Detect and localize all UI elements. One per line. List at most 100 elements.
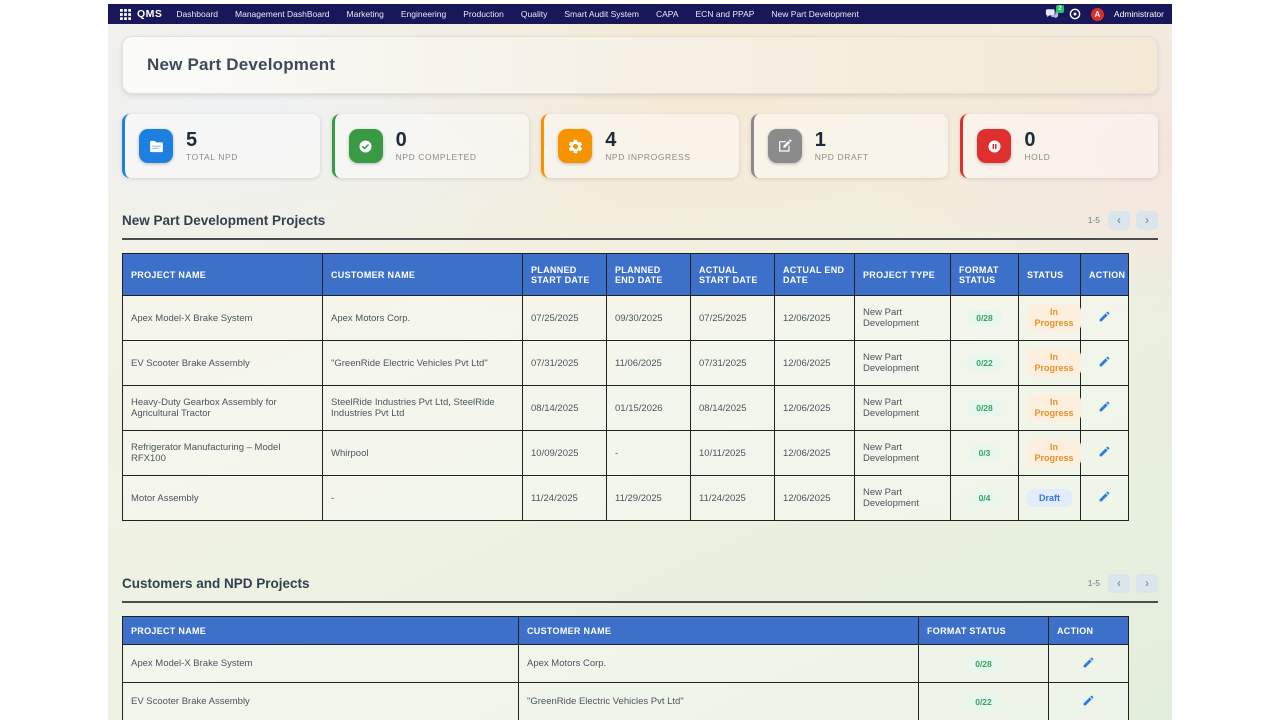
actual-end-cell: 12/06/2025 bbox=[775, 431, 855, 476]
table-row: Motor Assembly-11/24/202511/29/202511/24… bbox=[123, 476, 1129, 521]
format-status-badge: 0/28 bbox=[967, 310, 1002, 326]
format-status-badge: 0/28 bbox=[966, 656, 1001, 672]
customer-name-cell: "GreenRide Electric Vehicles Pvt Ltd" bbox=[519, 683, 919, 720]
projects-pagination: 1-5 ‹ › bbox=[1088, 211, 1158, 230]
next-page-button[interactable]: › bbox=[1136, 211, 1158, 230]
npd-projects-table: PROJECT NAMECUSTOMER NAMEPLANNED START D… bbox=[122, 253, 1129, 521]
stat-value: 1 bbox=[815, 130, 869, 150]
edit-icon[interactable] bbox=[1098, 310, 1111, 323]
actual-end-cell: 12/06/2025 bbox=[775, 476, 855, 521]
project-name-cell: Apex Model-X Brake System bbox=[123, 296, 323, 341]
planned-end-cell: - bbox=[607, 431, 691, 476]
status-cell: In Progress bbox=[1019, 386, 1081, 431]
pagination-range: 1-5 bbox=[1088, 578, 1100, 588]
edit-icon[interactable] bbox=[1098, 445, 1111, 458]
settings-gear-icon[interactable] bbox=[1069, 8, 1081, 20]
stat-label: TOTAL NPD bbox=[186, 152, 238, 162]
edit-icon[interactable] bbox=[1082, 656, 1095, 669]
chat-icon[interactable]: 2 bbox=[1045, 9, 1059, 20]
project-name-cell: Heavy-Duty Gearbox Assembly for Agricult… bbox=[123, 386, 323, 431]
edit-icon[interactable] bbox=[1098, 400, 1111, 413]
table-header-row: PROJECT NAMECUSTOMER NAMEPLANNED START D… bbox=[123, 254, 1129, 296]
edit-icon[interactable] bbox=[1082, 694, 1095, 707]
actual-start-cell: 07/25/2025 bbox=[691, 296, 775, 341]
planned-start-cell: 07/25/2025 bbox=[523, 296, 607, 341]
user-avatar[interactable]: A bbox=[1091, 8, 1104, 21]
nav-item-marketing[interactable]: Marketing bbox=[347, 9, 384, 19]
planned-start-cell: 11/24/2025 bbox=[523, 476, 607, 521]
actual-end-cell: 12/06/2025 bbox=[775, 386, 855, 431]
planned-end-cell: 11/06/2025 bbox=[607, 341, 691, 386]
project-type-cell: New Part Development bbox=[855, 386, 951, 431]
format-status-cell: 0/28 bbox=[951, 386, 1019, 431]
planned-start-cell: 07/31/2025 bbox=[523, 341, 607, 386]
check-circle-icon bbox=[349, 129, 383, 163]
user-name[interactable]: Administrator bbox=[1114, 9, 1164, 19]
stat-card-npd-completed[interactable]: 0NPD COMPLETED bbox=[332, 114, 530, 178]
pause-circle-icon bbox=[977, 129, 1011, 163]
project-type-cell: New Part Development bbox=[855, 341, 951, 386]
page-body: New Part Development 5 TOTAL NPD 0NPD COMP… bbox=[108, 24, 1172, 720]
stat-value: 4 bbox=[605, 130, 690, 150]
status-cell: In Progress bbox=[1019, 341, 1081, 386]
customer-name-cell: Apex Motors Corp. bbox=[323, 296, 523, 341]
project-type-cell: New Part Development bbox=[855, 431, 951, 476]
nav-item-quality[interactable]: Quality bbox=[521, 9, 547, 19]
project-name-cell: Motor Assembly bbox=[123, 476, 323, 521]
table-row: EV Scooter Brake Assembly"GreenRide Elec… bbox=[123, 683, 1129, 720]
stat-card-total-npd[interactable]: 5 TOTAL NPD bbox=[122, 114, 320, 178]
gear-icon bbox=[558, 129, 592, 163]
column-header: ACTUAL START DATE bbox=[691, 254, 775, 296]
stats-row: 5TOTAL NPD0NPD COMPLETED4NPD INPROGRESS1… bbox=[122, 114, 1158, 178]
planned-start-cell: 08/14/2025 bbox=[523, 386, 607, 431]
nav-menu: Dashboard Management DashBoard Marketing En… bbox=[176, 9, 1045, 19]
section-divider bbox=[122, 238, 1158, 240]
nav-item-management-dashboard[interactable]: Management DashBoard bbox=[235, 9, 330, 19]
stat-label: HOLD bbox=[1024, 152, 1050, 162]
apps-grid-icon[interactable] bbox=[120, 9, 131, 20]
actual-start-cell: 11/24/2025 bbox=[691, 476, 775, 521]
nav-item-production[interactable]: Production bbox=[463, 9, 504, 19]
format-status-badge: 0/3 bbox=[970, 445, 1000, 461]
stat-card-npd-draft[interactable]: 1 NPD DRAFT bbox=[751, 114, 949, 178]
brand-logo[interactable]: QMS bbox=[137, 8, 162, 20]
project-name-cell: EV Scooter Brake Assembly bbox=[123, 683, 519, 720]
section-divider bbox=[122, 601, 1158, 603]
stat-card-npd-inprogress[interactable]: 4NPD INPROGRESS bbox=[541, 114, 739, 178]
customers-pagination: 1-5 ‹ › bbox=[1088, 574, 1158, 593]
column-header: CUSTOMER NAME bbox=[323, 254, 523, 296]
stat-card-hold[interactable]: 0HOLD bbox=[960, 114, 1158, 178]
prev-page-button[interactable]: ‹ bbox=[1108, 211, 1130, 230]
nav-item-smart-audit-system[interactable]: Smart Audit System bbox=[564, 9, 639, 19]
column-header: ACTION bbox=[1081, 254, 1129, 296]
column-header: STATUS bbox=[1019, 254, 1081, 296]
page-title: New Part Development bbox=[147, 55, 335, 75]
project-type-cell: New Part Development bbox=[855, 476, 951, 521]
section-title-projects: New Part Development Projects bbox=[122, 213, 325, 228]
status-cell: In Progress bbox=[1019, 431, 1081, 476]
nav-item-ecn-and-ppap[interactable]: ECN and PPAP bbox=[696, 9, 755, 19]
customer-name-cell: - bbox=[323, 476, 523, 521]
column-header: FORMAT STATUS bbox=[951, 254, 1019, 296]
nav-item-capa[interactable]: CAPA bbox=[656, 9, 679, 19]
nav-item-new-part-development[interactable]: New Part Development bbox=[771, 9, 858, 19]
edit-icon[interactable] bbox=[1098, 355, 1111, 368]
next-page-button[interactable]: › bbox=[1136, 574, 1158, 593]
table-row: EV Scooter Brake Assembly"GreenRide Elec… bbox=[123, 341, 1129, 386]
project-name-cell: EV Scooter Brake Assembly bbox=[123, 341, 323, 386]
format-status-badge: 0/4 bbox=[970, 490, 1000, 506]
customer-name-cell: Whirpool bbox=[323, 431, 523, 476]
nav-item-engineering[interactable]: Engineering bbox=[401, 9, 446, 19]
prev-page-button[interactable]: ‹ bbox=[1108, 574, 1130, 593]
table-header-row: PROJECT NAMECUSTOMER NAMEFORMAT STATUSAC… bbox=[123, 617, 1129, 645]
stat-label: NPD DRAFT bbox=[815, 152, 869, 162]
table-row: Heavy-Duty Gearbox Assembly for Agricult… bbox=[123, 386, 1129, 431]
stat-value: 5 bbox=[186, 130, 238, 150]
project-type-cell: New Part Development bbox=[855, 296, 951, 341]
format-status-cell: 0/4 bbox=[951, 476, 1019, 521]
format-status-cell: 0/3 bbox=[951, 431, 1019, 476]
planned-end-cell: 11/29/2025 bbox=[607, 476, 691, 521]
nav-item-dashboard[interactable]: Dashboard bbox=[176, 9, 218, 19]
column-header: PROJECT NAME bbox=[123, 617, 519, 645]
edit-icon[interactable] bbox=[1098, 490, 1111, 503]
